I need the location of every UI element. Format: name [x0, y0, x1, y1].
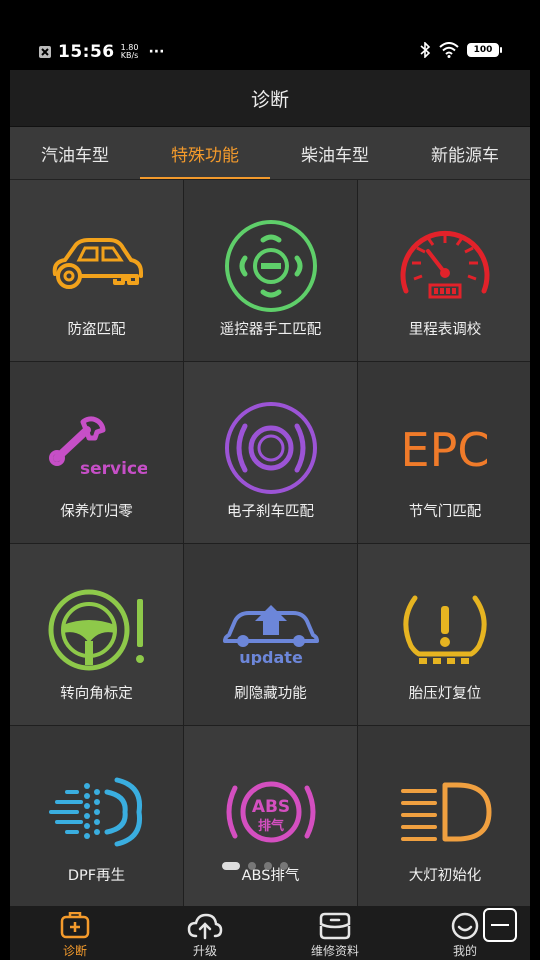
- page-title: 诊断: [250, 88, 289, 111]
- feature-tpms-reset[interactable]: 胎压灯复位: [358, 544, 530, 725]
- dpf-icon: [47, 762, 147, 862]
- feature-headlight-init[interactable]: 大灯初始化: [358, 726, 530, 907]
- tab-diesel[interactable]: 柴油车型: [270, 127, 400, 179]
- feature-label: 保养灯归零: [60, 504, 133, 520]
- floating-window-button[interactable]: [483, 908, 517, 942]
- wifi-icon: [439, 42, 459, 58]
- feature-label: 里程表调校: [408, 322, 482, 338]
- steering-wheel-icon: [47, 580, 147, 680]
- more-notifications: ···: [148, 44, 165, 60]
- svg-text:ABS: ABS: [251, 797, 289, 817]
- notification-icon: [39, 46, 51, 58]
- remote-control-icon: [221, 216, 321, 316]
- page-dot: [280, 862, 288, 870]
- feature-abs-bleed[interactable]: ABS 排气 ABS排气: [184, 726, 357, 907]
- feature-label: 电子刹车匹配: [227, 504, 314, 520]
- feature-label: 刷隐藏功能: [234, 686, 307, 702]
- feature-hidden-functions[interactable]: update 刷隐藏功能: [184, 544, 357, 725]
- svg-text:排气: 排气: [257, 818, 283, 834]
- title-bar: 诊断: [10, 70, 530, 127]
- svg-text:service: service: [80, 459, 147, 479]
- network-speed: 1.80 KB/s: [120, 43, 139, 60]
- bluetooth-icon: [420, 42, 431, 58]
- headlight-icon: [395, 762, 495, 862]
- feature-grid: 防盗匹配 遥控器手工匹配 里程表调校 service 保养灯归零 电子刹车匹配 …: [10, 180, 530, 907]
- feature-electronic-brake[interactable]: 电子刹车匹配: [184, 362, 357, 543]
- odometer-icon: [395, 216, 495, 316]
- feature-label: 节气门匹配: [408, 504, 482, 520]
- nav-diagnosis[interactable]: 诊断: [10, 906, 140, 960]
- svg-text:update: update: [239, 648, 303, 665]
- feature-label: DPF再生: [67, 868, 126, 884]
- epc-icon: EPC: [395, 398, 495, 498]
- feature-label: 大灯初始化: [408, 868, 482, 884]
- profile-icon: [451, 912, 479, 940]
- nav-repair-data[interactable]: 维修资料: [270, 906, 400, 960]
- service-wrench-icon: service: [47, 398, 147, 498]
- feature-odometer[interactable]: 里程表调校: [358, 180, 530, 361]
- page-dot-active: [222, 862, 240, 870]
- repair-data-icon: [319, 912, 351, 940]
- feature-remote-pairing[interactable]: 遥控器手工匹配: [184, 180, 357, 361]
- nav-label: 维修资料: [310, 944, 359, 958]
- feature-label: 防盗匹配: [67, 322, 126, 338]
- car-key-icon: [47, 216, 147, 316]
- tire-pressure-icon: [395, 580, 495, 680]
- app-window: 诊断 汽油车型 特殊功能 柴油车型 新能源车 防盗匹配 遥控器手工匹配 里程表调…: [10, 70, 530, 960]
- page-dot: [264, 862, 272, 870]
- status-bar: 15:56 1.80 KB/s ··· 100: [0, 0, 540, 70]
- tab-new-energy[interactable]: 新能源车: [400, 127, 530, 179]
- tab-special-functions[interactable]: 特殊功能: [140, 127, 270, 179]
- page-indicator: [222, 862, 288, 870]
- feature-service-reset[interactable]: service 保养灯归零: [10, 362, 183, 543]
- feature-label: 转向角标定: [60, 686, 133, 702]
- tab-gasoline[interactable]: 汽油车型: [10, 127, 140, 179]
- feature-label: 胎压灯复位: [408, 686, 482, 702]
- feature-steering-angle[interactable]: 转向角标定: [10, 544, 183, 725]
- nav-upgrade[interactable]: 升级: [140, 906, 270, 960]
- feature-label: 遥控器手工匹配: [219, 322, 322, 338]
- bottom-navigation: 诊断 升级 维修资料 我的: [10, 906, 530, 960]
- page-dot: [248, 862, 256, 870]
- nav-label: 我的: [452, 944, 477, 958]
- electronic-brake-icon: [221, 398, 321, 498]
- category-tabs: 汽油车型 特殊功能 柴油车型 新能源车: [10, 127, 530, 180]
- clock: 15:56: [58, 42, 115, 62]
- feature-throttle-match[interactable]: EPC 节气门匹配: [358, 362, 530, 543]
- feature-immobilizer[interactable]: 防盗匹配: [10, 180, 183, 361]
- svg-text:EPC: EPC: [401, 423, 490, 477]
- car-update-icon: update: [221, 580, 321, 680]
- nav-label: 诊断: [62, 944, 87, 958]
- abs-bleed-icon: ABS 排气: [221, 762, 321, 862]
- battery-icon: 100: [467, 43, 502, 57]
- cloud-upload-icon: [187, 913, 223, 940]
- feature-dpf-regeneration[interactable]: DPF再生: [10, 726, 183, 907]
- diagnosis-icon: [60, 912, 90, 939]
- nav-label: 升级: [192, 944, 217, 958]
